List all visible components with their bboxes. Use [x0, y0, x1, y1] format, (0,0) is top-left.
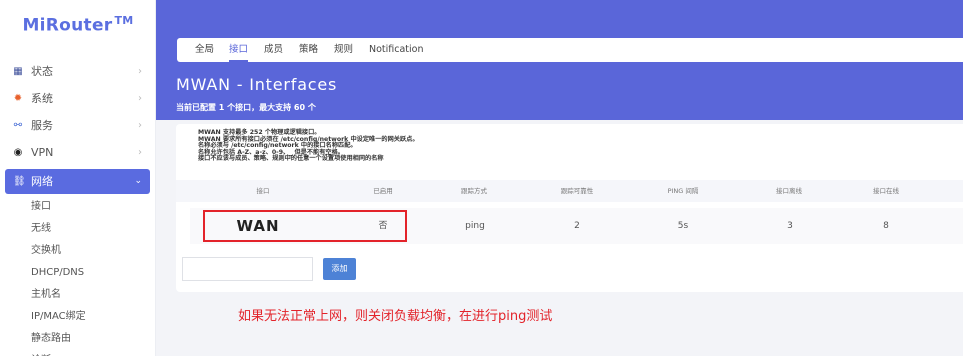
column-header-tracking-reliability: 跟踪可靠性	[560, 187, 594, 195]
tab-interfaces[interactable]: 接口	[229, 38, 249, 62]
trademark-mark: TM	[114, 14, 134, 27]
network-submenu: 接口 无线 交换机 DHCP/DNS 主机名 IP/MAC绑定 静态路由 诊断	[0, 194, 156, 356]
tab-members[interactable]: 成员	[264, 38, 283, 62]
column-header-interface-down: 接口离线	[776, 187, 802, 195]
cell-interface-up: 8	[883, 221, 889, 231]
tab-notification[interactable]: Notification	[369, 38, 424, 62]
column-header-enabled: 已启用	[373, 187, 393, 195]
brand-logo[interactable]: MiRouter TM	[0, 14, 156, 36]
page-title: MWAN - Interfaces	[176, 75, 338, 94]
add-button[interactable]: 添加	[323, 258, 356, 280]
column-header-ping-interval: PING 间隔	[667, 187, 699, 195]
sidebar-item-label: 状态	[31, 65, 53, 78]
globe-icon: ◉	[13, 147, 23, 158]
submenu-item-ip-mac-binding[interactable]: IP/MAC绑定	[0, 306, 156, 328]
sidebar-item-network[interactable]: ⛓ 网络 ⌄	[5, 169, 150, 194]
column-header-tracking-method: 跟踪方式	[461, 187, 487, 195]
cell-tracking-method: ping	[465, 221, 485, 231]
new-interface-input[interactable]	[182, 257, 313, 281]
sidebar-item-label: 系统	[31, 92, 53, 105]
cell-interface-down: 3	[787, 221, 793, 231]
sidebar: MiRouter TM ▦ 状态 › ✹ 系统 › ⚯ 服务 › ◉ VPN › …	[0, 0, 156, 356]
sidebar-item-vpn[interactable]: ◉ VPN ›	[0, 139, 156, 166]
column-header-interface: 接口	[256, 187, 270, 195]
chevron-right-icon: ›	[138, 147, 142, 158]
sidebar-item-services[interactable]: ⚯ 服务 ›	[0, 112, 156, 139]
tab-bar: 全局 接口 成员 策略 规则 Notification	[177, 38, 963, 62]
cell-ping-interval: 5s	[677, 221, 689, 231]
submenu-item-dhcp-dns[interactable]: DHCP/DNS	[0, 262, 156, 284]
tab-policies[interactable]: 策略	[299, 38, 318, 62]
brand-name: MiRouter	[22, 15, 113, 36]
gear-icon: ✹	[13, 93, 23, 104]
page-subtitle: 当前已配置 1 个接口，最大支持 60 个	[176, 103, 316, 112]
sidebar-item-system[interactable]: ✹ 系统 ›	[0, 85, 156, 112]
sidebar-item-label: 服务	[31, 119, 53, 132]
table-header: 接口 已启用 跟踪方式 跟踪可靠性 PING 间隔 接口离线 接口在线	[176, 180, 963, 202]
description-text: MWAN 支持最多 252 个物理或逻辑接口。 MWAN 要求所有接口必须在 /…	[198, 129, 738, 163]
annotation-note: 如果无法正常上网，则关闭负载均衡，在进行ping测试	[238, 309, 553, 324]
link-icon: ⚯	[13, 120, 23, 131]
dashboard-icon: ▦	[13, 66, 23, 77]
network-icon: ⛓	[13, 176, 26, 187]
highlight-box	[203, 210, 407, 242]
submenu-item-static-routes[interactable]: 静态路由	[0, 328, 156, 350]
sidebar-item-label: VPN	[31, 146, 54, 159]
sidebar-item-label: 网络	[31, 175, 53, 188]
sidebar-item-status[interactable]: ▦ 状态 ›	[0, 58, 156, 85]
tab-rules[interactable]: 规则	[334, 38, 353, 62]
chevron-down-icon: ⌄	[134, 176, 142, 186]
submenu-item-hostnames[interactable]: 主机名	[0, 284, 156, 306]
submenu-item-interfaces[interactable]: 接口	[0, 196, 156, 218]
chevron-right-icon: ›	[138, 93, 142, 104]
submenu-item-diagnostics[interactable]: 诊断	[0, 350, 156, 356]
sidebar-menu: ▦ 状态 › ✹ 系统 › ⚯ 服务 › ◉ VPN › ⛓ 网络 ⌄ 接口 无…	[0, 58, 156, 356]
tab-global[interactable]: 全局	[195, 38, 214, 62]
submenu-item-wireless[interactable]: 无线	[0, 218, 156, 240]
interfaces-card: MWAN 支持最多 252 个物理或逻辑接口。 MWAN 要求所有接口必须在 /…	[176, 124, 963, 292]
submenu-item-switch[interactable]: 交换机	[0, 240, 156, 262]
chevron-right-icon: ›	[138, 66, 142, 77]
description-line: 接口不应该与成员、策略、规则中的任意一个设置项使用相同的名称	[198, 155, 384, 163]
column-header-interface-up: 接口在线	[873, 187, 899, 195]
chevron-right-icon: ›	[138, 120, 142, 131]
cell-tracking-reliability: 2	[574, 221, 580, 231]
